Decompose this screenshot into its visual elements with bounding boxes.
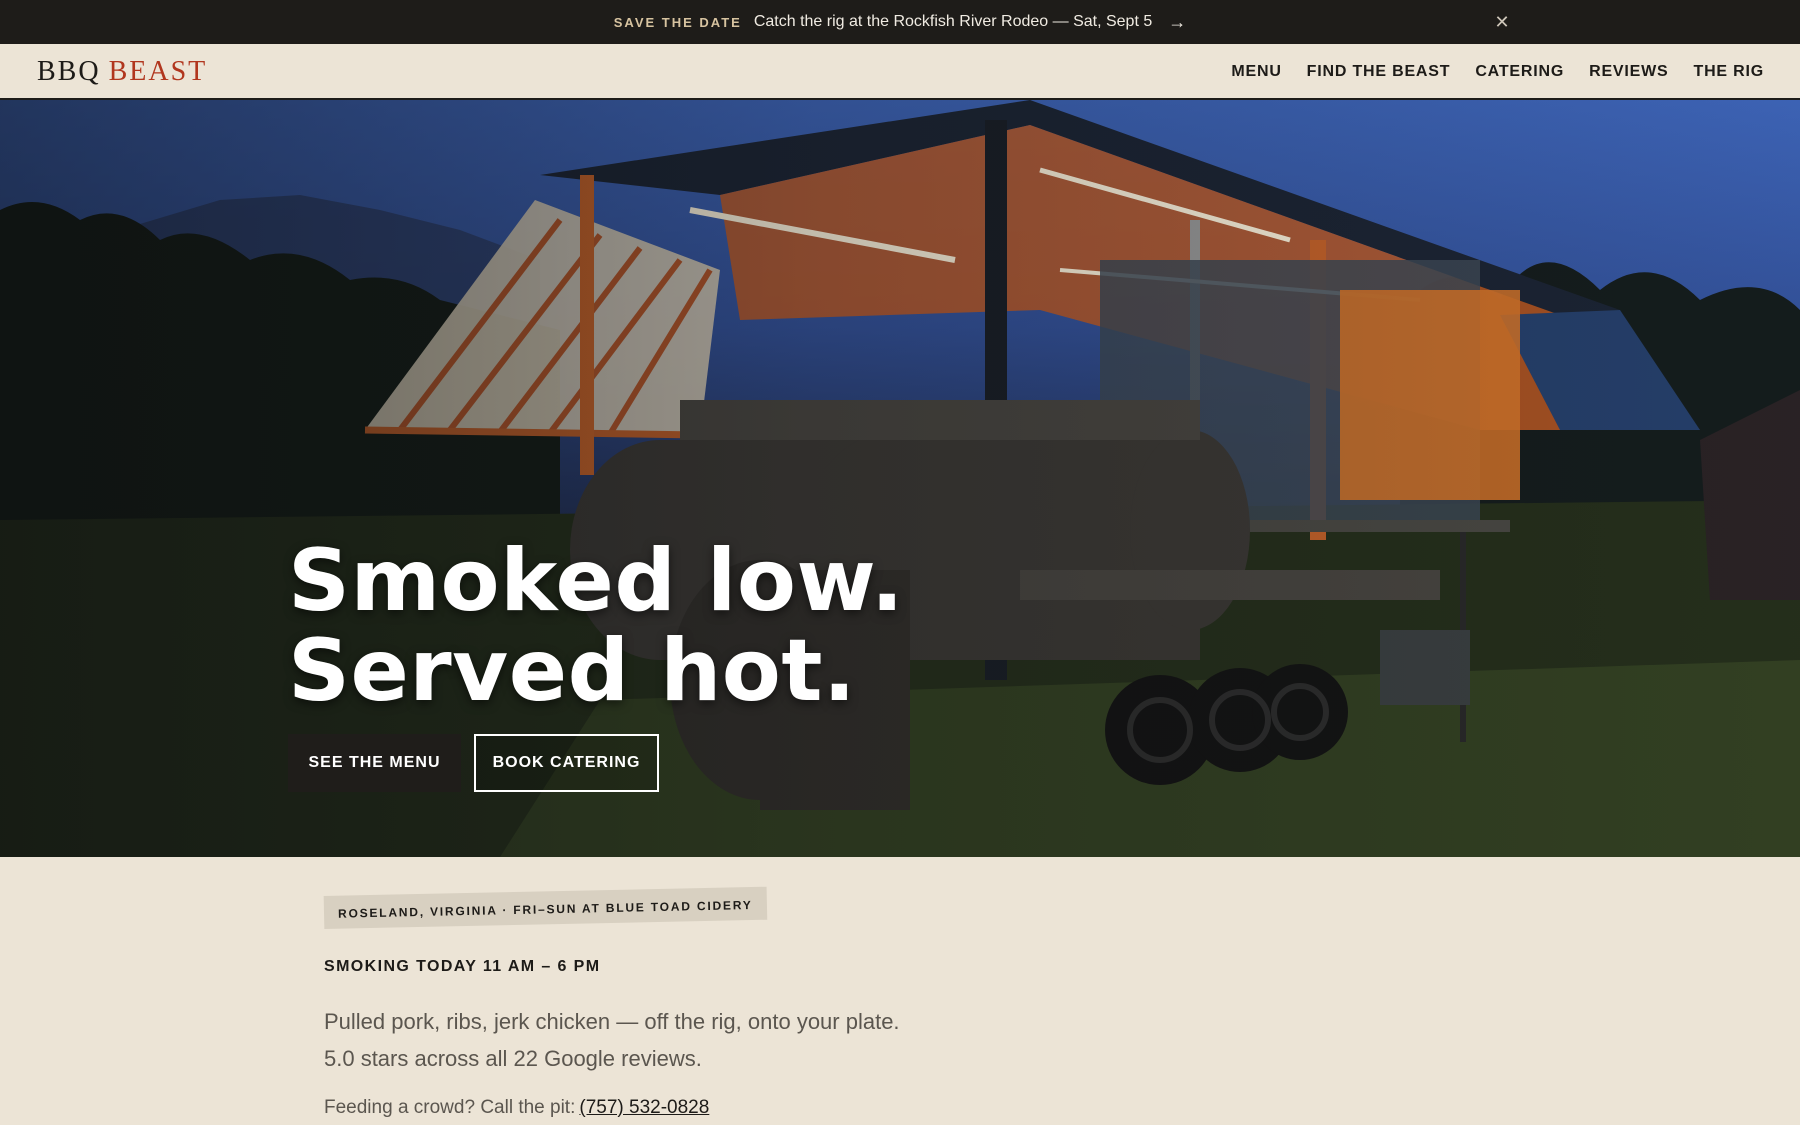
announcement-bar: SAVE THE DATE Catch the rig at the Rockf… bbox=[0, 0, 1800, 44]
catering-call: Feeding a crowd? Call the pit: (757) 532-… bbox=[324, 1097, 709, 1119]
hero-headline: Smoked low. Served hot. bbox=[288, 536, 904, 716]
main-nav: MENU FIND THE BEAST CATERING REVIEWS THE… bbox=[1231, 44, 1764, 100]
site-header: BBQ BEAST MENU FIND THE BEAST CATERING RE… bbox=[0, 44, 1800, 100]
logo-word-beast: BEAST bbox=[108, 56, 208, 87]
nav-item-menu[interactable]: MENU bbox=[1231, 63, 1281, 81]
book-catering-button[interactable]: BOOK CATERING bbox=[474, 734, 659, 792]
hero-overlay bbox=[0, 100, 1800, 857]
nav-item-reviews[interactable]: REVIEWS bbox=[1589, 63, 1668, 81]
nav-item-catering[interactable]: CATERING bbox=[1475, 63, 1564, 81]
arrow-right-icon[interactable]: → bbox=[1168, 12, 1186, 33]
location-tag: ROSELAND, VIRGINIA · FRI–SUN AT BLUE TOA… bbox=[323, 886, 767, 929]
close-icon[interactable]: ✕ bbox=[1490, 10, 1514, 34]
nav-item-the-rig[interactable]: THE RIG bbox=[1694, 63, 1765, 81]
intro-blurb: Pulled pork, ribs, jerk chicken — off th… bbox=[324, 1003, 900, 1077]
headline-line-1: Smoked low. bbox=[288, 531, 905, 631]
logo-word-bbq: BBQ bbox=[37, 56, 101, 87]
catering-call-text: Feeding a crowd? Call the pit: bbox=[324, 1097, 576, 1118]
nav-item-find-the-beast[interactable]: FIND THE BEAST bbox=[1307, 63, 1451, 81]
see-the-menu-button[interactable]: SEE THE MENU bbox=[288, 734, 461, 792]
blurb-line-1: Pulled pork, ribs, jerk chicken — off th… bbox=[324, 1009, 900, 1034]
blurb-line-2: 5.0 stars across all 22 Google reviews. bbox=[324, 1046, 702, 1071]
headline-line-2: Served hot. bbox=[288, 621, 857, 721]
hero-section: Smoked low. Served hot. SEE THE MENU BOO… bbox=[0, 100, 1800, 857]
site-logo[interactable]: BBQ BEAST bbox=[37, 56, 207, 88]
announcement-tag: SAVE THE DATE bbox=[613, 14, 742, 30]
phone-link[interactable]: (757) 532-0828 bbox=[579, 1097, 709, 1118]
smoking-hours: SMOKING TODAY 11 AM – 6 PM bbox=[324, 958, 601, 975]
announcement-message[interactable]: Catch the rig at the Rockfish River Rode… bbox=[754, 13, 1152, 31]
